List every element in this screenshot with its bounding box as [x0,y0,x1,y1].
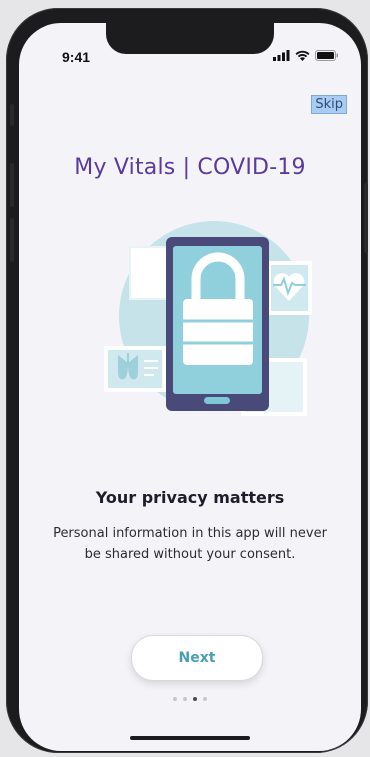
signal-icon [273,50,290,61]
status-time: 9:41 [62,49,91,65]
status-icons [273,50,339,61]
power-button [364,183,368,253]
home-indicator [130,736,250,740]
phone-frame: 9:41 Skip My Vitals | COVID-19 Your priv… [6,8,368,753]
page-dot-1[interactable] [173,697,177,701]
volume-up-button [10,163,14,207]
page-dot-2[interactable] [183,697,187,701]
notch [106,23,274,54]
battery-icon [315,50,338,61]
lungs-icon [104,346,166,392]
privacy-description: Personal information in this app will ne… [53,526,327,562]
wifi-icon [295,50,310,61]
silent-switch [10,104,14,126]
app-title: My Vitals | COVID-19 [74,155,306,180]
page-indicator [19,697,361,701]
skip-button[interactable]: Skip [311,95,347,114]
volume-down-button [10,218,14,262]
page-dot-4[interactable] [203,697,207,701]
privacy-illustration [104,221,312,416]
next-button[interactable]: Next [131,635,263,681]
page-dot-3-active[interactable] [193,697,197,701]
onboarding-screen: 9:41 Skip My Vitals | COVID-19 Your priv… [19,23,361,751]
privacy-headline: Your privacy matters [95,488,285,507]
heart-pulse-icon [267,261,312,315]
